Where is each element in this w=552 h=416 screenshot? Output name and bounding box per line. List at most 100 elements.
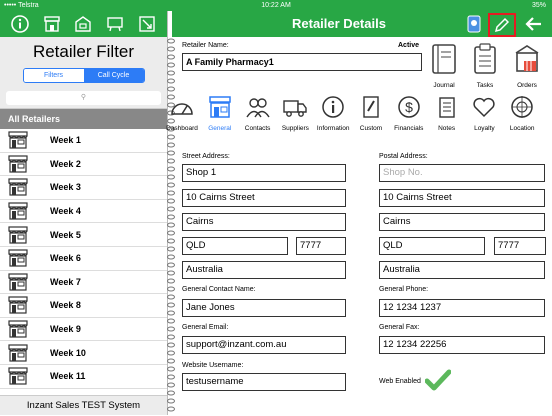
week-row[interactable]: Week 11 [0, 365, 167, 389]
week-row[interactable]: Week 1 [0, 129, 167, 153]
retailer-filter-panel: Retailer Filter Filters Call Cycle ⚲ All… [0, 11, 168, 415]
tab-label: Contacts [244, 125, 271, 132]
week-label: Week 6 [50, 253, 81, 264]
tab-information[interactable]: Information [315, 96, 351, 132]
store-icon[interactable] [42, 14, 62, 34]
retailer-name-field[interactable]: A Family Pharmacy1 [182, 53, 422, 71]
tab-contacts[interactable]: Contacts [240, 96, 276, 132]
week-row[interactable]: Week 5 [0, 223, 167, 247]
street-postcode-field[interactable]: 7777 [296, 237, 346, 255]
phone-book-icon[interactable] [464, 14, 484, 34]
week-row[interactable]: Week 2 [0, 153, 167, 177]
page-title: Retailer Details [292, 16, 386, 31]
contacts-icon [246, 98, 270, 122]
web-enabled-checkbox[interactable] [424, 369, 452, 396]
tab-notes[interactable]: Notes [429, 96, 465, 132]
right-toolbar: Retailer Details [172, 11, 552, 37]
back-arrow-icon[interactable] [524, 14, 544, 34]
segmented-control: Filters Call Cycle [22, 68, 145, 83]
store-alt-icon[interactable] [73, 14, 93, 34]
contact-name-field[interactable]: Jane Jones [182, 299, 346, 317]
phone-label: General Phone: [379, 286, 429, 293]
week-row[interactable]: Week 7 [0, 271, 167, 295]
store-icon [8, 249, 28, 267]
segment-filters[interactable]: Filters [23, 69, 84, 82]
left-toolbar [0, 11, 167, 37]
store-icon [8, 296, 28, 315]
week-label: Week 11 [50, 371, 86, 382]
all-retailers-header[interactable]: All Retailers [0, 108, 167, 129]
dollar-icon: $ [397, 96, 421, 122]
orders-label: Orders [517, 82, 537, 89]
email-field[interactable]: support@inzant.com.au [182, 336, 346, 354]
week-label: Week 10 [50, 347, 86, 358]
tab-loyalty[interactable]: Loyalty [466, 96, 502, 132]
store-icon [8, 367, 28, 385]
contact-name-label: General Contact Name: [182, 286, 256, 293]
tab-label: Custom [359, 125, 383, 132]
tab-general[interactable]: General [202, 96, 238, 132]
store-icon [8, 131, 28, 149]
website-username-field[interactable]: testusername [182, 373, 346, 391]
week-row[interactable]: Week 4 [0, 200, 167, 224]
street-line1-field[interactable]: Shop 1 [182, 164, 346, 182]
postal-state-field[interactable]: QLD [379, 237, 485, 255]
street-city-field[interactable]: Cairns [182, 213, 346, 231]
week-row[interactable]: Week 8 [0, 294, 167, 318]
tab-dashboard[interactable]: Dashboard [164, 96, 200, 132]
week-row[interactable]: Week 6 [0, 247, 167, 271]
retailer-name-label: Retailer Name: [182, 42, 229, 49]
street-line2-field[interactable]: 10 Cairns Street [182, 189, 346, 207]
week-row[interactable]: Week 9 [0, 318, 167, 342]
info-icon[interactable] [10, 14, 30, 34]
tab-label: Dashboard [166, 125, 198, 132]
search-input[interactable]: ⚲ [6, 91, 161, 105]
edit-button[interactable] [488, 13, 516, 37]
notes-icon [435, 97, 459, 122]
tab-label: Financials [394, 125, 424, 132]
street-state-field[interactable]: QLD [182, 237, 288, 255]
document-icon [359, 96, 383, 122]
store-icon [208, 96, 232, 122]
cart-icon[interactable] [105, 14, 125, 34]
heart-icon [472, 97, 496, 122]
store-icon [8, 178, 28, 197]
tab-custom[interactable]: Custom [353, 96, 389, 132]
postal-line1-field[interactable]: Shop No. [379, 164, 545, 182]
postal-country-field[interactable]: Australia [379, 261, 545, 279]
week-label: Week 3 [50, 182, 81, 193]
street-address-label: Street Address: [182, 153, 230, 160]
street-country-field[interactable]: Australia [182, 261, 346, 279]
system-name: Inzant Sales TEST System [0, 395, 167, 415]
tab-location[interactable]: Location [504, 96, 540, 132]
tab-label: Information [316, 125, 350, 132]
battery-text: 35% [531, 2, 546, 9]
postal-address-label: Postal Address: [379, 153, 428, 160]
week-label: Week 4 [50, 206, 81, 217]
week-label: Week 9 [50, 324, 81, 335]
store-icon [8, 273, 28, 291]
week-row[interactable]: Week 10 [0, 341, 167, 365]
tab-financials[interactable]: $ Financials [391, 96, 427, 132]
week-list: Week 1 Week 2 Week 3 Week 4 Week 5 Week 6 Week… [0, 129, 167, 389]
fax-field[interactable]: 12 1234 22256 [379, 336, 545, 354]
tab-label: Suppliers [281, 125, 309, 132]
postal-postcode-field[interactable]: 7777 [494, 237, 546, 255]
week-row[interactable]: Week 3 [0, 176, 167, 200]
tasks-button[interactable]: Tasks [467, 43, 503, 89]
postal-city-field[interactable]: Cairns [379, 213, 545, 231]
tab-suppliers[interactable]: Suppliers [277, 96, 313, 132]
orders-button[interactable]: Orders [509, 43, 545, 89]
retailer-details-panel: Retailer Details Retailer Name: Active A… [166, 11, 552, 415]
tasks-label: Tasks [476, 82, 494, 89]
status-bar: ••••• Telstra 10:22 AM 35% [0, 0, 552, 11]
expand-icon[interactable] [137, 14, 157, 34]
postal-line2-field[interactable]: 10 Cairns Street [379, 189, 545, 207]
globe-icon [510, 96, 534, 122]
journal-button[interactable]: Journal [426, 43, 462, 89]
segment-call-cycle[interactable]: Call Cycle [83, 69, 144, 82]
search-icon: ⚲ [80, 94, 87, 101]
week-label: Week 1 [50, 135, 81, 146]
phone-field[interactable]: 12 1234 1237 [379, 299, 545, 317]
tab-label: General [208, 125, 232, 132]
